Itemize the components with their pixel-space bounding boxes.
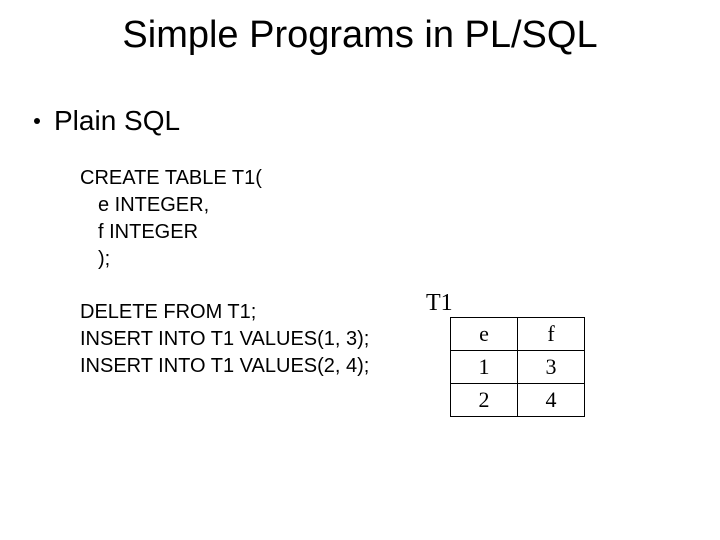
code-line: e INTEGER, <box>98 192 720 219</box>
table-t1-wrap: T1 e f 1 3 2 4 <box>426 290 585 417</box>
sql-create-block: CREATE TABLE T1( e INTEGER, f INTEGER ); <box>80 165 720 273</box>
table-row: 1 3 <box>451 351 585 384</box>
code-line: DELETE FROM T1; <box>80 299 720 326</box>
table-header-cell: e <box>451 318 518 351</box>
code-line: INSERT INTO T1 VALUES(1, 3); <box>80 326 720 353</box>
table-cell: 4 <box>518 384 585 417</box>
table-t1: e f 1 3 2 4 <box>450 317 585 417</box>
bullet-item: Plain SQL <box>34 105 720 137</box>
table-name: T1 <box>426 290 585 317</box>
table-cell: 3 <box>518 351 585 384</box>
table-header-cell: f <box>518 318 585 351</box>
code-line: CREATE TABLE T1( <box>80 165 720 192</box>
code-line: ); <box>98 246 720 273</box>
slide-title: Simple Programs in PL/SQL <box>0 0 720 57</box>
bullet-text: Plain SQL <box>54 105 180 137</box>
table-cell: 2 <box>451 384 518 417</box>
table-row: 2 4 <box>451 384 585 417</box>
code-line: INSERT INTO T1 VALUES(2, 4); <box>80 353 720 380</box>
table-cell: 1 <box>451 351 518 384</box>
code-line: f INTEGER <box>98 219 720 246</box>
slide: Simple Programs in PL/SQL Plain SQL CREA… <box>0 0 720 540</box>
table-row: e f <box>451 318 585 351</box>
bullet-dot-icon <box>34 118 40 124</box>
sql-statements-block: DELETE FROM T1; INSERT INTO T1 VALUES(1,… <box>80 299 720 380</box>
